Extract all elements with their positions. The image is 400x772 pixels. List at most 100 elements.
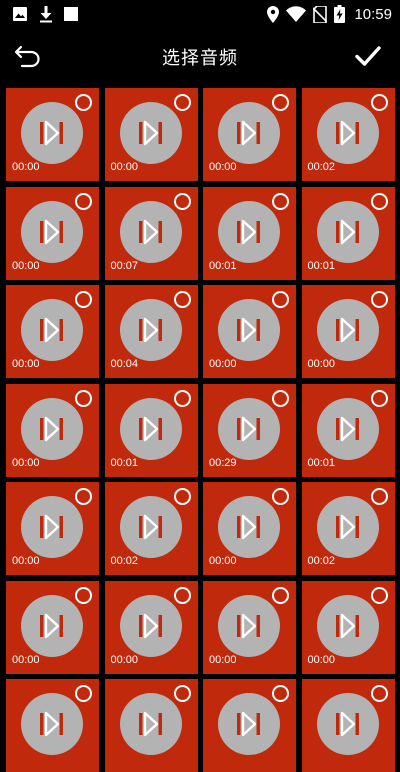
audio-duration: 00:00 (110, 161, 139, 173)
select-checkbox[interactable] (370, 685, 388, 702)
audio-duration: 00:00 (209, 358, 237, 370)
audio-tile[interactable]: 00:00 (301, 285, 395, 378)
audio-tile[interactable]: 00:02 (301, 482, 395, 575)
audio-tile[interactable] (203, 679, 296, 772)
audio-tile[interactable] (104, 679, 198, 772)
play-disc (316, 299, 379, 361)
audio-tile[interactable]: 00:02 (104, 482, 198, 575)
audio-tile[interactable]: 00:00 (104, 580, 198, 674)
select-checkbox[interactable] (370, 389, 388, 407)
select-checkbox[interactable] (272, 586, 289, 604)
audio-tile[interactable]: 00:00 (6, 482, 99, 575)
audio-tile[interactable]: 00:00 (203, 88, 296, 181)
select-checkbox[interactable] (173, 389, 191, 407)
audio-play-icon (333, 709, 363, 739)
back-icon (14, 45, 40, 68)
audio-tile[interactable]: 00:07 (104, 186, 198, 280)
audio-tile[interactable]: 00:02 (301, 88, 395, 181)
select-checkbox[interactable] (173, 192, 191, 210)
audio-duration: 00:01 (307, 456, 336, 469)
audio-tile[interactable] (6, 679, 99, 772)
play-disc (316, 200, 379, 263)
audio-tile[interactable]: 00:04 (104, 285, 198, 378)
play-disc (21, 693, 83, 755)
play-disc (21, 299, 83, 361)
select-checkbox[interactable] (272, 488, 289, 505)
audio-play-icon (333, 118, 363, 148)
select-checkbox[interactable] (75, 389, 92, 407)
audio-tile[interactable]: 00:00 (6, 580, 99, 674)
audio-play-icon (136, 414, 166, 444)
select-checkbox[interactable] (75, 94, 92, 111)
audio-tile[interactable]: 00:00 (203, 482, 296, 575)
select-checkbox[interactable] (272, 94, 289, 111)
select-checkbox[interactable] (272, 192, 289, 210)
audio-play-icon (136, 709, 166, 739)
audio-duration: 00:00 (12, 456, 40, 469)
select-checkbox[interactable] (370, 192, 388, 210)
select-checkbox[interactable] (173, 586, 191, 604)
audio-tile[interactable]: 00:01 (104, 383, 198, 477)
select-checkbox[interactable] (272, 685, 289, 702)
select-checkbox[interactable] (173, 685, 191, 702)
select-checkbox[interactable] (75, 685, 92, 702)
play-disc (316, 102, 379, 164)
audio-duration: 00:00 (209, 161, 237, 173)
audio-duration: 00:01 (110, 456, 139, 469)
audio-tile[interactable]: 00:01 (203, 186, 296, 280)
audio-play-icon (234, 709, 264, 739)
audio-duration: 00:01 (209, 259, 237, 272)
audio-tile[interactable]: 00:00 (203, 285, 296, 378)
play-disc (218, 299, 280, 361)
audio-play-icon (37, 512, 67, 542)
audio-tile[interactable]: 00:00 (203, 580, 296, 674)
select-checkbox[interactable] (75, 291, 92, 308)
select-checkbox[interactable] (173, 94, 191, 111)
location-icon (267, 5, 280, 23)
play-disc (21, 496, 83, 558)
audio-duration: 00:00 (307, 653, 336, 666)
play-disc (316, 496, 379, 558)
select-checkbox[interactable] (75, 586, 92, 604)
select-checkbox[interactable] (370, 488, 388, 505)
back-button[interactable] (14, 44, 46, 72)
select-checkbox[interactable] (173, 488, 191, 505)
play-disc (316, 594, 379, 657)
audio-duration: 00:00 (12, 259, 40, 272)
audio-tile[interactable]: 00:00 (301, 580, 395, 674)
audio-play-icon (333, 611, 363, 641)
select-checkbox[interactable] (272, 291, 289, 308)
audio-play-icon (37, 217, 67, 247)
select-checkbox[interactable] (173, 291, 191, 308)
confirm-button[interactable] (354, 43, 386, 73)
select-checkbox[interactable] (370, 94, 388, 111)
audio-play-icon (333, 217, 363, 247)
audio-tile[interactable]: 00:01 (301, 383, 395, 477)
audio-tile[interactable]: 00:29 (203, 383, 296, 477)
audio-duration: 00:07 (110, 259, 139, 272)
audio-play-icon (234, 118, 264, 148)
audio-tile[interactable] (301, 679, 395, 772)
audio-tile[interactable]: 00:00 (6, 186, 99, 280)
no-sim-icon (313, 5, 328, 23)
audio-tile[interactable]: 00:00 (6, 88, 99, 181)
image-icon (12, 6, 28, 22)
play-disc (119, 496, 182, 558)
select-checkbox[interactable] (75, 192, 92, 210)
status-left (12, 5, 78, 23)
select-checkbox[interactable] (370, 291, 388, 308)
play-disc (21, 102, 83, 164)
audio-play-icon (136, 118, 166, 148)
audio-duration: 00:00 (110, 653, 139, 666)
audio-tile[interactable]: 00:00 (6, 285, 99, 378)
select-checkbox[interactable] (370, 586, 388, 604)
audio-tile[interactable]: 00:00 (6, 383, 99, 477)
select-checkbox[interactable] (75, 488, 92, 505)
play-disc (119, 693, 182, 755)
status-time: 10:59 (354, 5, 392, 23)
audio-play-icon (333, 512, 363, 542)
select-checkbox[interactable] (272, 389, 289, 407)
audio-tile[interactable]: 00:01 (301, 186, 395, 280)
audio-tile[interactable]: 00:00 (104, 88, 198, 181)
audio-play-icon (136, 217, 166, 247)
